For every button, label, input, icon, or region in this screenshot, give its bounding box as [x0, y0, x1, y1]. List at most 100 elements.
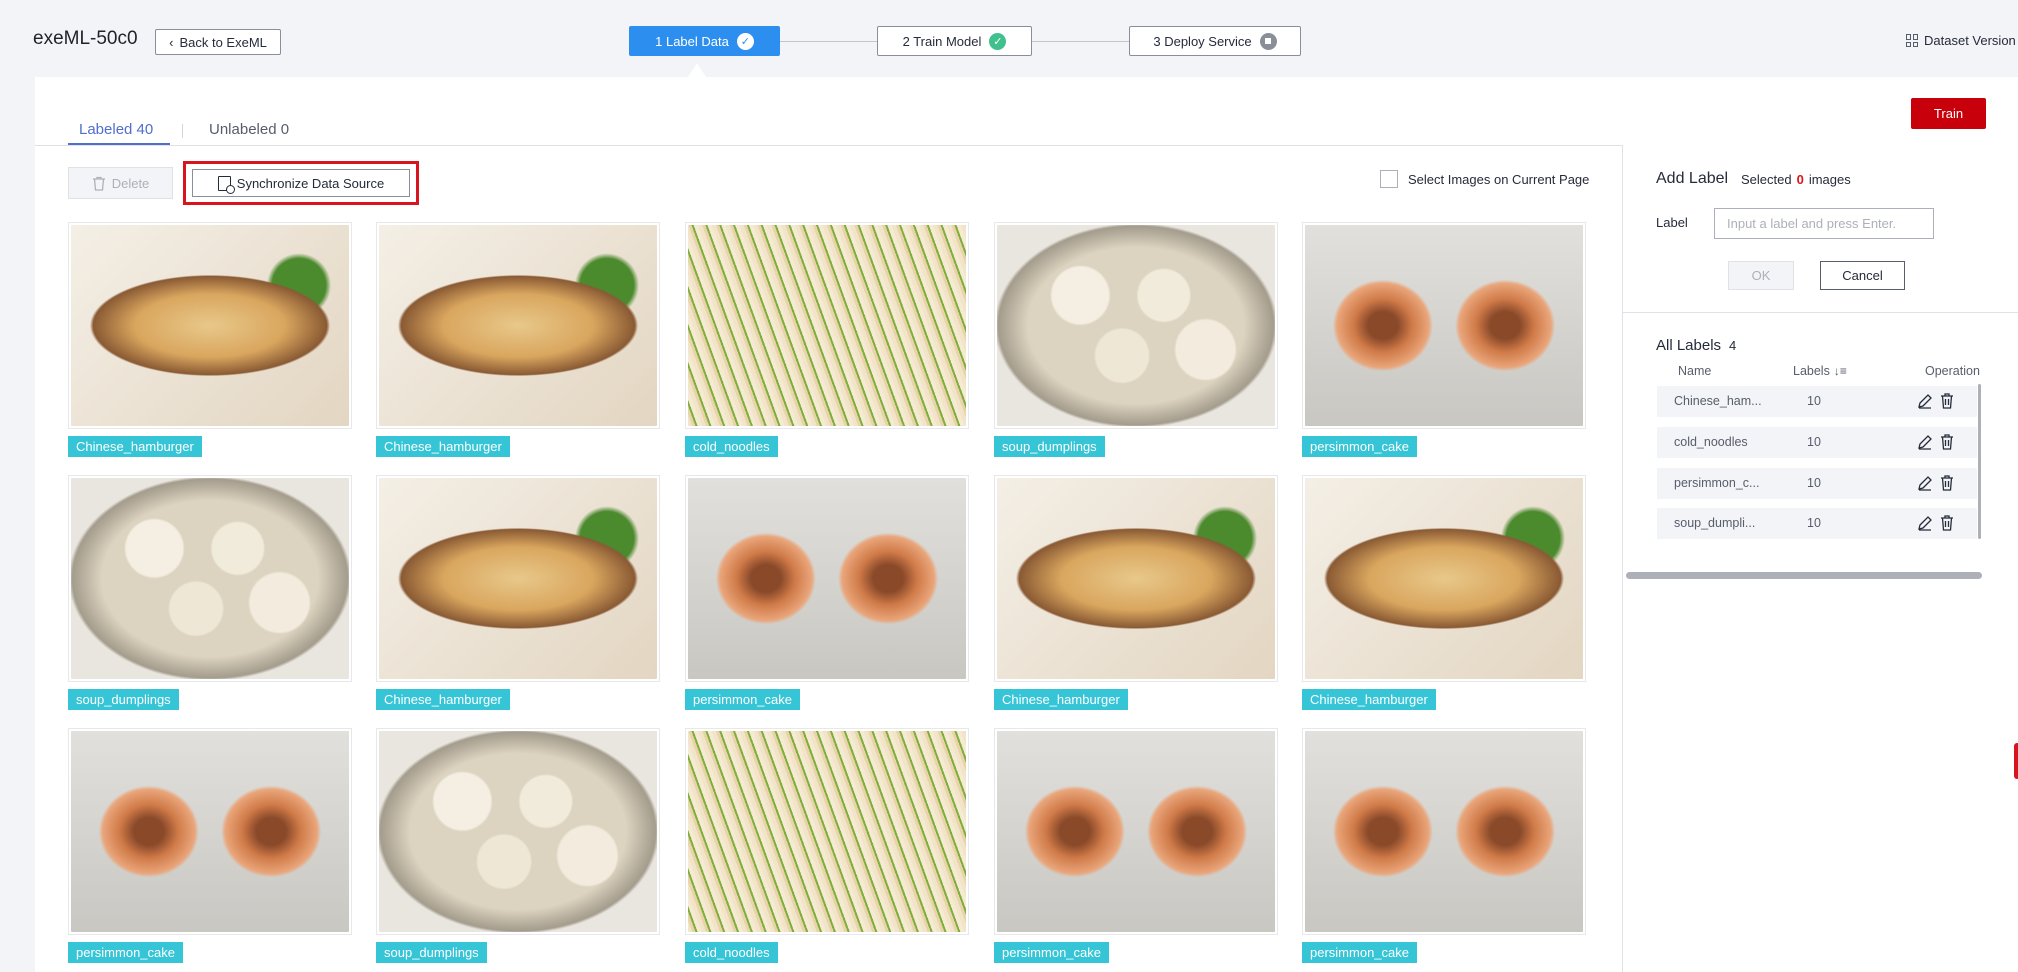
label-count: 10: [1807, 435, 1821, 449]
image-card[interactable]: [68, 728, 352, 935]
back-button-label: Back to ExeML: [179, 34, 267, 50]
cancel-button[interactable]: Cancel: [1820, 261, 1905, 290]
synchronize-data-source-button[interactable]: Synchronize Data Source: [192, 169, 410, 197]
image-label-tag: soup_dumplings: [376, 942, 487, 963]
chinese-hamburger-photo[interactable]: [379, 478, 657, 679]
trash-icon[interactable]: [1939, 392, 1955, 409]
step-label-data[interactable]: 1 Label Data ✓: [629, 26, 780, 56]
image-card[interactable]: [68, 475, 352, 682]
chinese-hamburger-photo[interactable]: [71, 225, 349, 426]
back-button[interactable]: ‹ Back to ExeML: [155, 29, 281, 55]
step-deploy-service[interactable]: 3 Deploy Service: [1129, 26, 1301, 56]
tabs-divider: [35, 145, 1623, 146]
image-label-tag: Chinese_hamburger: [994, 689, 1128, 710]
all-labels-title: All Labels: [1656, 337, 1722, 354]
trash-icon[interactable]: [1939, 433, 1955, 450]
soup-dumplings-photo[interactable]: [379, 731, 657, 932]
check-circle-icon: ✓: [989, 32, 1007, 50]
step-connector: [1032, 41, 1129, 42]
label-count: 10: [1807, 516, 1821, 530]
image-card[interactable]: [685, 475, 969, 682]
trash-icon[interactable]: [1939, 474, 1955, 491]
train-button[interactable]: Train: [1911, 98, 1986, 129]
right-panel-border: [1622, 146, 1623, 972]
image-label-tag: Chinese_hamburger: [68, 436, 202, 457]
label-name: persimmon_c...: [1674, 476, 1760, 490]
column-header-labels[interactable]: Labels ↓≡: [1793, 364, 1847, 378]
grid-icon: [1906, 34, 1919, 47]
image-card[interactable]: [685, 222, 969, 429]
edit-icon[interactable]: [1917, 434, 1933, 450]
persimmon-cake-photo[interactable]: [1305, 225, 1583, 426]
image-card[interactable]: [1302, 475, 1586, 682]
label-row: soup_dumpli... 10: [1657, 508, 1977, 539]
cold-noodles-photo[interactable]: [688, 225, 966, 426]
chinese-hamburger-photo[interactable]: [1305, 478, 1583, 679]
edit-icon[interactable]: [1917, 393, 1933, 409]
selected-info: Selected 0 images: [1741, 172, 1851, 187]
label-input[interactable]: [1714, 208, 1934, 239]
chinese-hamburger-photo[interactable]: [997, 478, 1275, 679]
trash-icon[interactable]: [1939, 514, 1955, 531]
image-card[interactable]: [376, 728, 660, 935]
sync-label: Synchronize Data Source: [236, 175, 385, 191]
label-row: cold_noodles 10: [1657, 427, 1977, 458]
selected-prefix: Selected: [1741, 172, 1792, 187]
soup-dumplings-photo[interactable]: [997, 225, 1275, 426]
cold-noodles-photo[interactable]: [688, 731, 966, 932]
image-label-tag: Chinese_hamburger: [376, 436, 510, 457]
selected-count: 0: [1796, 172, 1804, 187]
step-label: 2 Train Model: [902, 33, 982, 49]
edit-icon[interactable]: [1917, 515, 1933, 531]
horizontal-scrollbar[interactable]: [1626, 572, 1982, 579]
image-card[interactable]: [1302, 222, 1586, 429]
persimmon-cake-photo[interactable]: [1305, 731, 1583, 932]
tab-labeled[interactable]: Labeled 40: [79, 121, 153, 138]
column-header-name: Name: [1678, 364, 1712, 378]
app-title: exeML-50c0: [33, 28, 138, 49]
image-card[interactable]: [376, 475, 660, 682]
image-card[interactable]: [685, 728, 969, 935]
image-label-tag: cold_noodles: [685, 436, 778, 457]
delete-label: Delete: [111, 175, 150, 191]
persimmon-cake-photo[interactable]: [997, 731, 1275, 932]
dataset-version-label: Dataset Version: [1924, 33, 2016, 48]
image-card[interactable]: [994, 222, 1278, 429]
chinese-hamburger-photo[interactable]: [379, 225, 657, 426]
side-feedback-tab[interactable]: [2014, 743, 2018, 779]
select-page-checkbox[interactable]: Select Images on Current Page: [1380, 170, 1589, 188]
step-label: 1 Label Data: [655, 33, 729, 49]
image-card[interactable]: [1302, 728, 1586, 935]
image-label-tag: persimmon_cake: [1302, 436, 1417, 457]
label-count: 10: [1807, 476, 1821, 490]
image-card[interactable]: [994, 728, 1278, 935]
step-label: 3 Deploy Service: [1153, 33, 1252, 49]
label-row: persimmon_c... 10: [1657, 468, 1977, 499]
sort-icon[interactable]: ↓≡: [1834, 364, 1847, 378]
checkbox[interactable]: [1380, 170, 1398, 188]
step-train-model[interactable]: 2 Train Model ✓: [877, 26, 1032, 56]
top-bar: exeML-50c0 ‹ Back to ExeML 1 Label Data …: [0, 0, 2018, 77]
persimmon-cake-photo[interactable]: [688, 478, 966, 679]
image-card[interactable]: [68, 222, 352, 429]
all-labels-count: 4: [1729, 338, 1737, 353]
stop-circle-icon: [1259, 32, 1277, 50]
image-card[interactable]: [376, 222, 660, 429]
edit-icon[interactable]: [1917, 475, 1933, 491]
label-field-label: Label: [1656, 215, 1688, 230]
label-name: Chinese_ham...: [1674, 394, 1762, 408]
dataset-version-link[interactable]: Dataset Version: [1906, 33, 2016, 48]
tab-unlabeled[interactable]: Unlabeled 0: [209, 121, 289, 138]
delete-button[interactable]: Delete: [68, 167, 173, 199]
column-header-labels-text: Labels: [1793, 364, 1830, 378]
add-label-title: Add Label: [1656, 170, 1729, 187]
image-label-tag: soup_dumplings: [994, 436, 1105, 457]
select-page-label: Select Images on Current Page: [1408, 171, 1590, 187]
persimmon-cake-photo[interactable]: [71, 731, 349, 932]
image-label-tag: Chinese_hamburger: [1302, 689, 1436, 710]
ok-button[interactable]: OK: [1728, 261, 1794, 290]
image-card[interactable]: [994, 475, 1278, 682]
image-label-tag: persimmon_cake: [1302, 942, 1417, 963]
soup-dumplings-photo[interactable]: [71, 478, 349, 679]
label-table-scrollbar[interactable]: [1978, 384, 1981, 539]
